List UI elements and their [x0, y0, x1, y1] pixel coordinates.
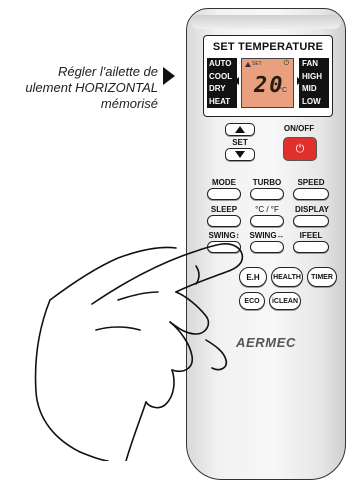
hand-illustration: [34, 243, 244, 461]
